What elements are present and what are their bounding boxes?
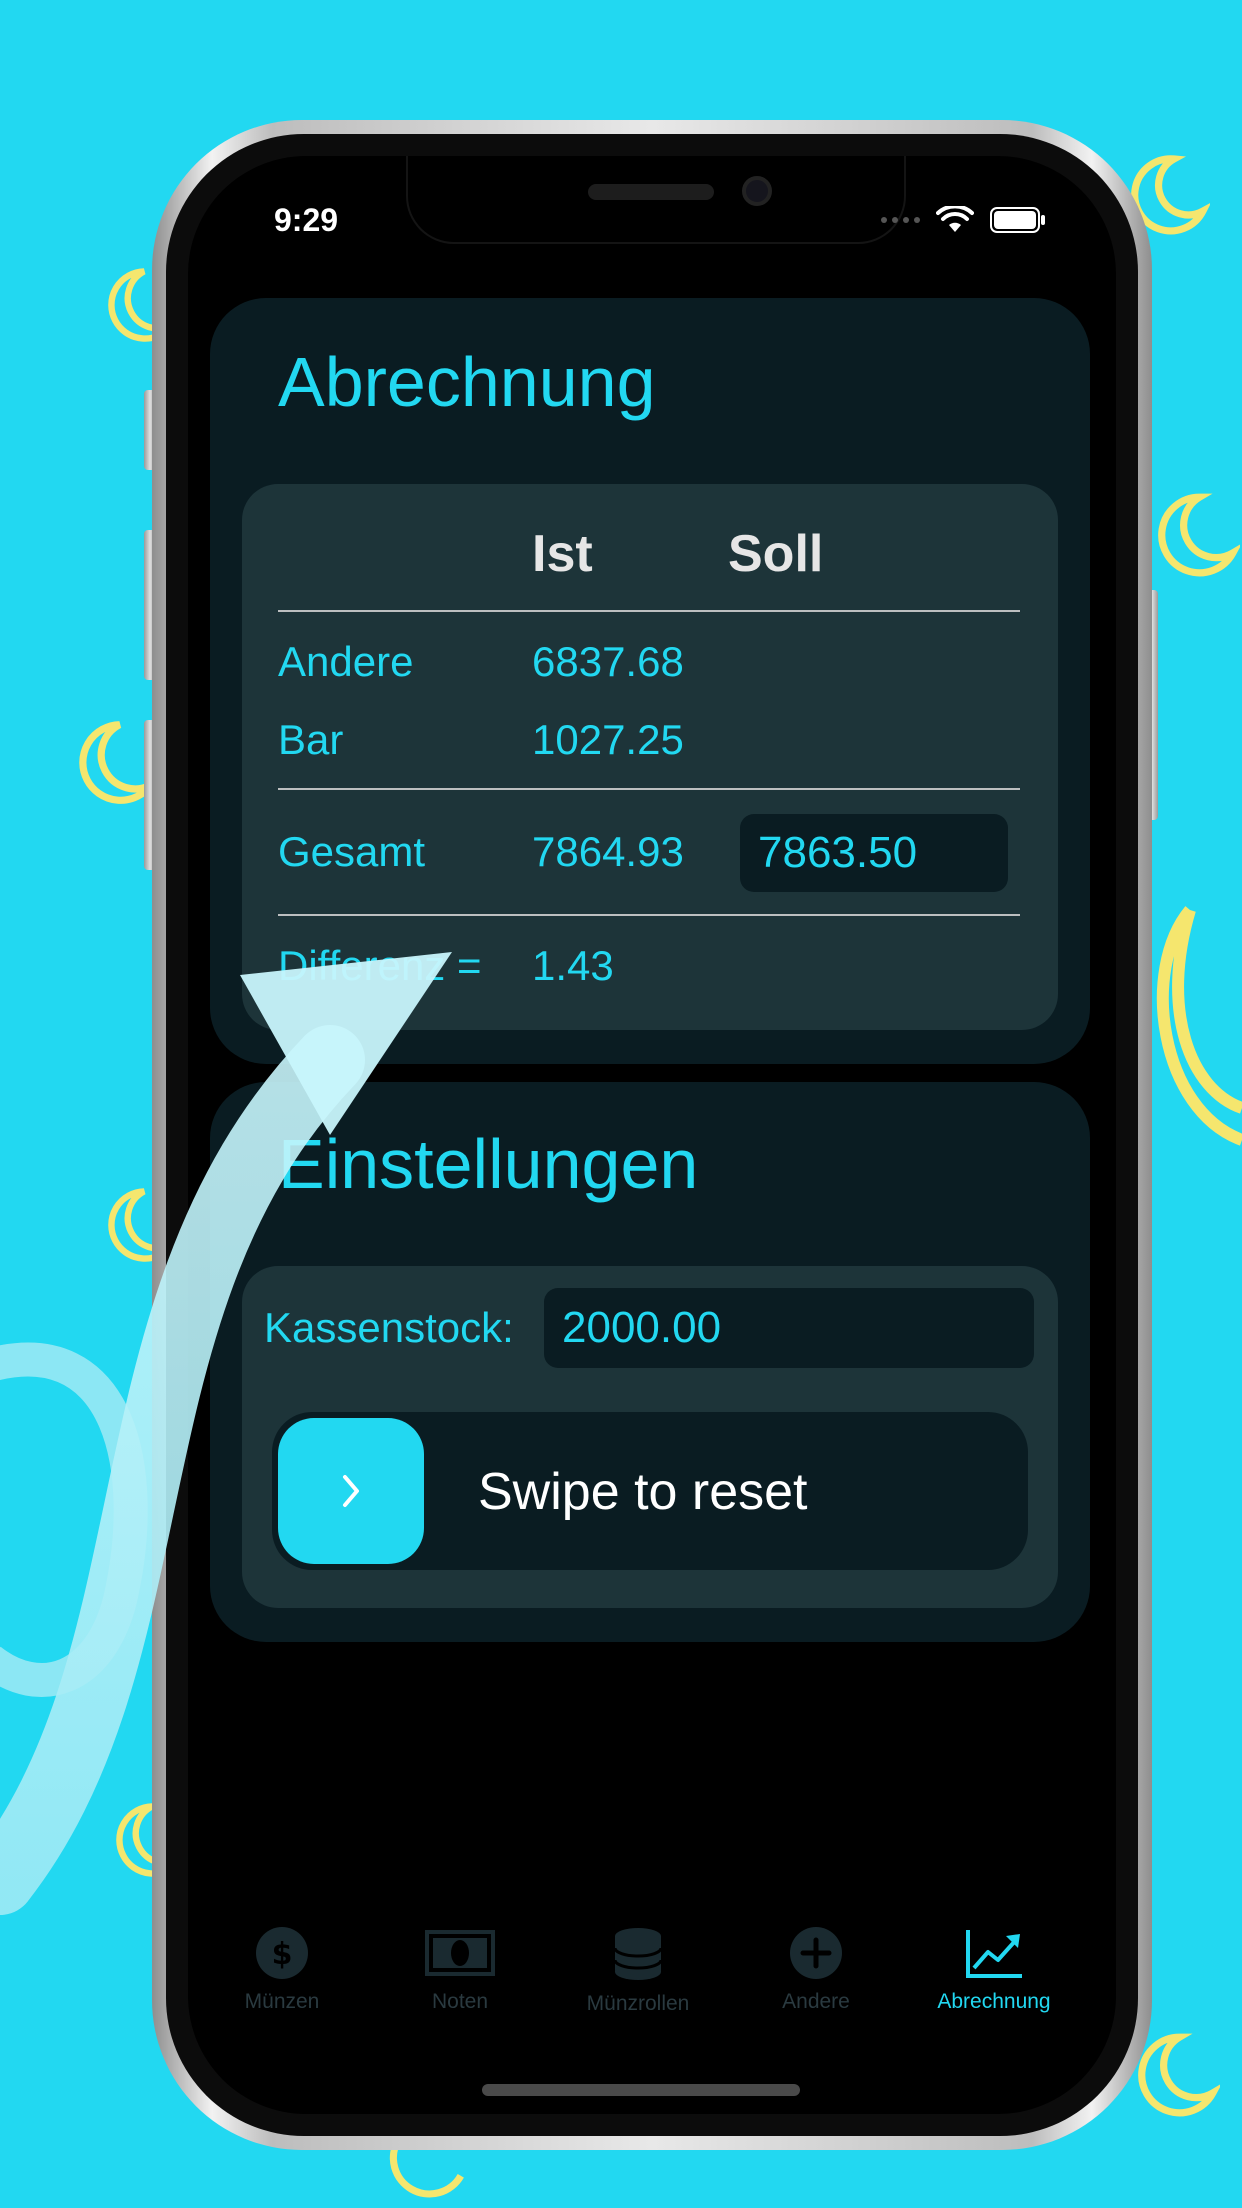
chevron-right-icon <box>343 1475 359 1507</box>
dollar-coin-icon: $ <box>256 1927 308 1979</box>
abrechnung-card: Abrechnung Ist Soll Andere 6837.68 Bar 1… <box>210 298 1090 1064</box>
soll-header: Soll <box>728 525 824 583</box>
status-time: 9:29 <box>274 202 339 238</box>
home-indicator <box>482 2084 800 2096</box>
chart-line-icon <box>966 1930 1022 1978</box>
tab-andere[interactable]: Andere <box>727 1926 905 2036</box>
tab-label: Münzen <box>244 1990 320 2013</box>
moon-decoration-icon <box>1158 493 1240 577</box>
phone-screen: 9:29 Abrechnung Ist Soll Andere 6837.68 … <box>188 156 1116 2114</box>
swipe-to-reset-label: Swipe to reset <box>478 1463 808 1521</box>
tab-label: Andere <box>782 1990 850 2013</box>
speaker-grille <box>588 184 714 200</box>
ist-header: Ist <box>532 525 593 583</box>
tab-muenzrollen[interactable]: Münzrollen <box>549 1926 727 2036</box>
einstellungen-card: Einstellungen Kassenstock: 2000.00 Swipe… <box>210 1082 1090 1642</box>
divider <box>278 788 1020 790</box>
tab-label: Abrechnung <box>937 1990 1051 2013</box>
divider <box>278 610 1020 612</box>
einstellungen-panel: Kassenstock: 2000.00 Swipe to reset <box>242 1266 1058 1608</box>
kassenstock-input[interactable]: 2000.00 <box>544 1288 1034 1368</box>
swipe-to-reset-slider[interactable]: Swipe to reset <box>272 1412 1028 1570</box>
phone-frame: 9:29 Abrechnung Ist Soll Andere 6837.68 … <box>152 120 1152 2150</box>
differenz-label: Differenz = <box>278 942 482 989</box>
front-camera <box>742 176 772 206</box>
phone-bezel: 9:29 Abrechnung Ist Soll Andere 6837.68 … <box>166 134 1138 2136</box>
tab-muenzen[interactable]: $ Münzen <box>193 1926 371 2036</box>
wifi-icon <box>936 206 974 232</box>
coin-stack-icon <box>613 1928 663 1980</box>
gesamt-ist: 7864.93 <box>532 828 684 875</box>
divider <box>278 914 1020 916</box>
differenz-value: 1.43 <box>532 942 614 989</box>
status-indicators <box>881 206 1046 234</box>
tab-label: Noten <box>431 1990 489 2013</box>
signal-dots-icon <box>881 217 920 223</box>
gesamt-label: Gesamt <box>278 828 426 875</box>
banknote-icon <box>425 1930 495 1976</box>
battery-icon <box>990 207 1045 233</box>
slider-knob[interactable] <box>278 1418 424 1564</box>
abrechnung-title: Abrechnung <box>278 343 656 421</box>
notch <box>406 156 906 244</box>
tab-noten[interactable]: Noten <box>371 1926 549 2036</box>
moon-decoration-icon <box>389 2140 464 2198</box>
tab-bar: $ Münzen Noten Münzrollen Andere Abrechn… <box>188 1926 1116 2066</box>
kassenstock-label: Kassenstock: <box>264 1304 514 1351</box>
soll-input[interactable]: 7863.50 <box>740 814 1008 892</box>
tab-label: Münzrollen <box>586 1992 690 2015</box>
row-andere-ist: 6837.68 <box>532 638 684 685</box>
svg-text:$: $ <box>272 1937 293 1972</box>
plus-circle-icon <box>790 1927 842 1979</box>
row-bar-ist: 1027.25 <box>532 716 684 763</box>
row-bar-label: Bar <box>278 716 344 763</box>
tab-abrechnung[interactable]: Abrechnung <box>905 1926 1083 2036</box>
abrechnung-table: Ist Soll Andere 6837.68 Bar 1027.25 Gesa… <box>242 484 1058 1030</box>
row-andere-label: Andere <box>278 638 414 685</box>
einstellungen-title: Einstellungen <box>278 1125 699 1203</box>
